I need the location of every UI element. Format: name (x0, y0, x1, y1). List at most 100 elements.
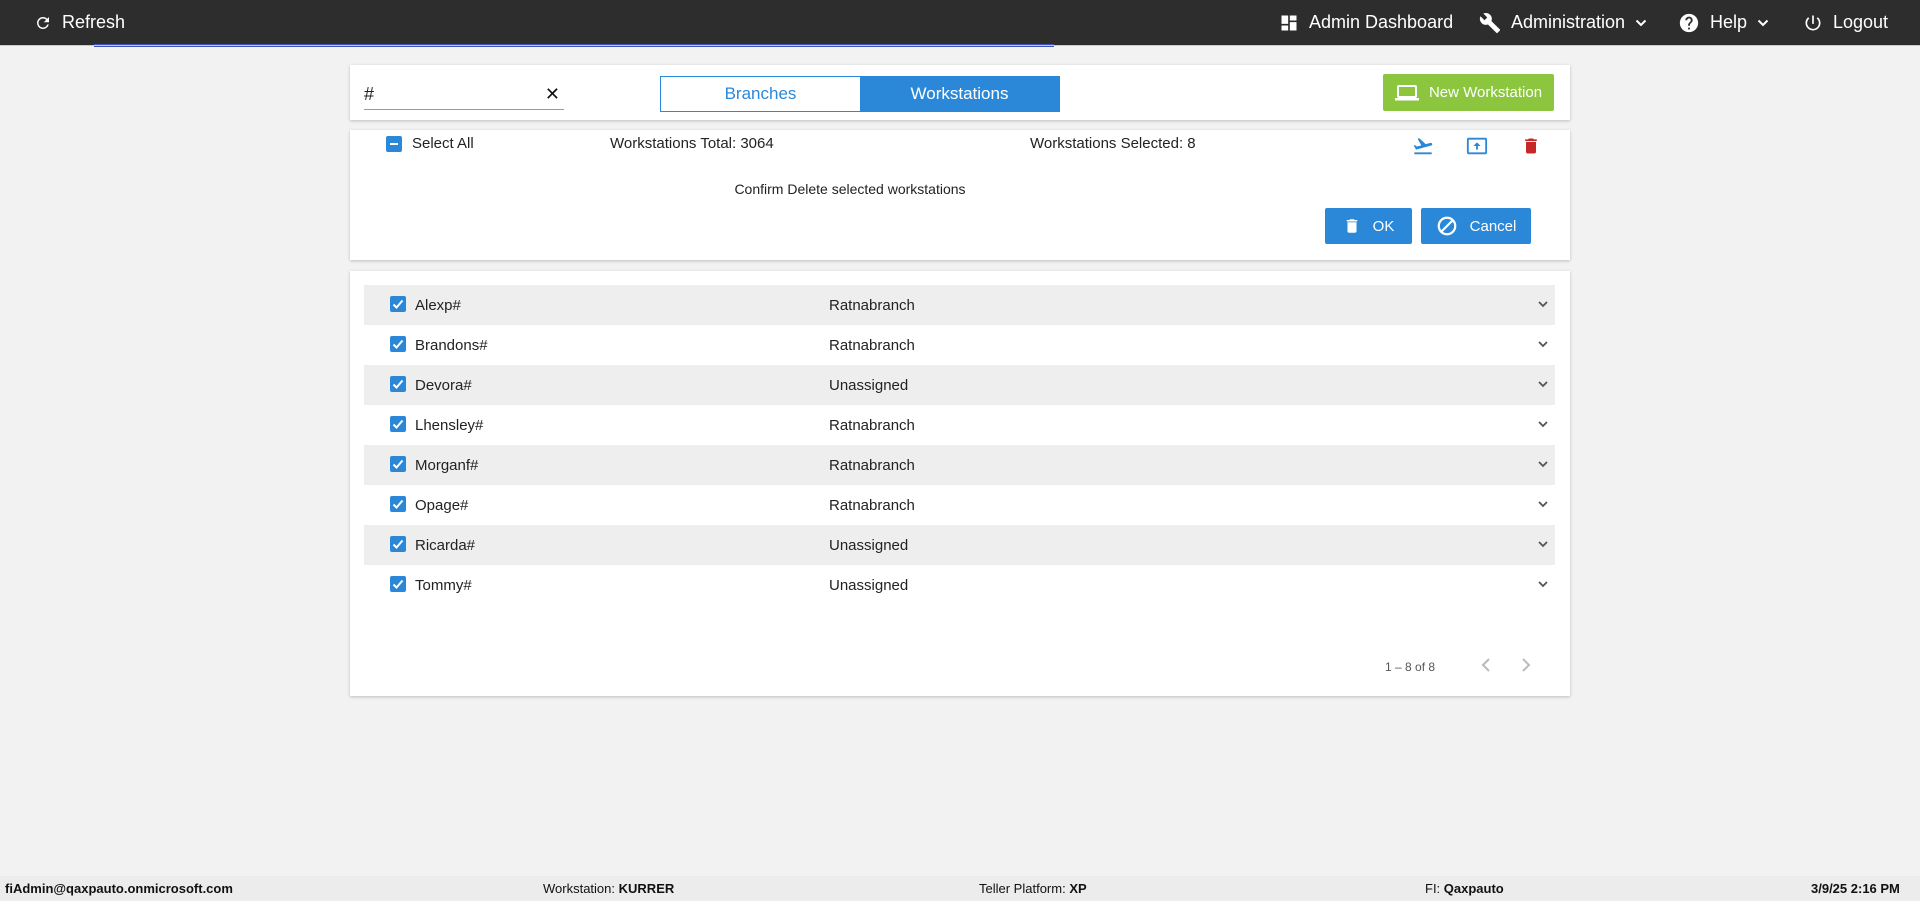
select-all-label: Select All (412, 135, 474, 152)
administration-menu[interactable]: Administration (1479, 0, 1647, 45)
expand-row-button[interactable] (1537, 297, 1549, 314)
flight-takeoff-icon (1413, 138, 1433, 155)
admin-dashboard-link[interactable]: Admin Dashboard (1279, 0, 1453, 45)
admin-dashboard-label: Admin Dashboard (1309, 12, 1454, 32)
new-workstation-label: New Workstation (1428, 84, 1543, 101)
chevron-down-icon (1538, 501, 1548, 508)
toolbar-card: ✕ Branches Workstations New Workstation (350, 65, 1570, 120)
cancel-button[interactable]: Cancel (1421, 208, 1531, 244)
row-checkbox[interactable] (390, 496, 406, 512)
laptop-icon (1394, 84, 1419, 100)
expand-row-button[interactable] (1537, 537, 1549, 554)
workstation-row[interactable]: Opage# Ratnabranch (364, 485, 1555, 525)
administration-label: Administration (1511, 12, 1626, 32)
workstation-branch: Unassigned (829, 376, 909, 394)
footer-workstation-value: KURRER (618, 881, 675, 896)
refresh-label: Refresh (62, 12, 126, 32)
expand-row-button[interactable] (1537, 457, 1549, 474)
status-footer: fiAdmin@qaxpauto.onmicrosoft.com Worksta… (0, 876, 1920, 901)
chevron-down-icon (1538, 381, 1548, 388)
checkmark-icon (392, 419, 404, 429)
workstation-branch: Ratnabranch (829, 456, 915, 474)
help-label: Help (1710, 12, 1748, 32)
workstation-row[interactable]: Lhensley# Ratnabranch (364, 405, 1555, 445)
workstation-name: Morganf# (415, 456, 479, 474)
expand-row-button[interactable] (1537, 417, 1549, 434)
workstation-row[interactable]: Devora# Unassigned (364, 365, 1555, 405)
pagination-range: 1 – 8 of 8 (1385, 660, 1436, 674)
checkmark-icon (392, 539, 404, 549)
refresh-button[interactable]: Refresh (34, 0, 125, 45)
confirm-delete-message: Confirm Delete selected workstations (734, 181, 966, 197)
chevron-down-icon (1538, 421, 1548, 428)
search-input[interactable] (364, 80, 534, 108)
expand-row-button[interactable] (1537, 577, 1549, 594)
ok-label: OK (1372, 217, 1395, 235)
row-checkbox[interactable] (390, 336, 406, 352)
new-workstation-button[interactable]: New Workstation (1383, 74, 1554, 111)
workstation-name: Opage# (415, 496, 469, 514)
chevron-down-icon (1635, 19, 1647, 26)
workstation-name: Brandons# (415, 336, 488, 354)
row-checkbox[interactable] (390, 456, 406, 472)
workstation-list-card: Alexp# Ratnabranch Brandons# Ratnabranch Dev… (350, 271, 1570, 696)
workstation-branch: Unassigned (829, 536, 909, 554)
workstation-branch: Ratnabranch (829, 336, 915, 354)
footer-platform-label: Teller Platform: (979, 881, 1066, 896)
workstation-name: Tommy# (415, 576, 472, 594)
move-workstations-button[interactable] (1411, 134, 1435, 158)
checkmark-icon (392, 459, 404, 469)
trash-icon (1525, 138, 1537, 154)
expand-row-button[interactable] (1537, 337, 1549, 354)
row-checkbox[interactable] (390, 416, 406, 432)
checkmark-icon (392, 379, 404, 389)
logout-label: Logout (1833, 12, 1889, 32)
expand-row-button[interactable] (1537, 377, 1549, 394)
workstations-selected: Workstations Selected: 8 (1030, 135, 1196, 152)
tab-branches[interactable]: Branches (661, 77, 860, 111)
export-workstations-button[interactable] (1465, 134, 1489, 158)
expand-row-button[interactable] (1537, 497, 1549, 514)
workstation-name: Ricarda# (415, 536, 476, 554)
view-toggle: Branches Workstations (660, 76, 1060, 112)
footer-user: fiAdmin@qaxpauto.onmicrosoft.com (5, 881, 233, 896)
dashboard-icon (1281, 15, 1297, 30)
footer-datetime: 3/9/25 2:16 PM (1811, 881, 1900, 896)
clear-search-icon[interactable]: ✕ (545, 84, 560, 105)
workstation-row[interactable]: Morganf# Ratnabranch (364, 445, 1555, 485)
chevron-down-icon (1538, 541, 1548, 548)
workstation-row[interactable]: Tommy# Unassigned (364, 565, 1555, 605)
upload-box-icon (1466, 137, 1488, 155)
workstation-row[interactable]: Brandons# Ratnabranch (364, 325, 1555, 365)
trash-icon (1346, 219, 1357, 233)
workstation-row[interactable]: Alexp# Ratnabranch (364, 285, 1555, 325)
power-icon (1805, 15, 1821, 30)
checkmark-icon (392, 299, 404, 309)
ok-button[interactable]: OK (1325, 208, 1412, 244)
row-checkbox[interactable] (390, 376, 406, 392)
chevron-down-icon (1538, 581, 1548, 588)
row-checkbox[interactable] (390, 576, 406, 592)
previous-page-button[interactable] (1474, 653, 1498, 677)
select-all-checkbox[interactable]: Select All (386, 135, 474, 152)
block-icon (1437, 216, 1456, 236)
delete-workstations-button[interactable] (1519, 134, 1543, 158)
topbar-divider (0, 45, 1920, 46)
chevron-down-icon (1757, 19, 1769, 26)
logout-button[interactable]: Logout (1803, 0, 1888, 45)
footer-fi-value: Qaxpauto (1443, 881, 1504, 896)
workstation-name: Devora# (415, 376, 472, 394)
row-checkbox[interactable] (390, 296, 406, 312)
tab-workstations[interactable]: Workstations (860, 77, 1059, 111)
checkmark-icon (392, 339, 404, 349)
checkmark-icon (392, 579, 404, 589)
workstation-row[interactable]: Ricarda# Unassigned (364, 525, 1555, 565)
help-menu[interactable]: Help (1678, 0, 1769, 45)
footer-fi-label: FI: (1425, 881, 1441, 896)
row-checkbox[interactable] (390, 536, 406, 552)
top-navigation-bar: Refresh Admin Dashboard Administration H… (0, 0, 1920, 47)
indeterminate-checkbox-icon (386, 135, 402, 152)
search-field: ✕ (364, 80, 564, 110)
next-page-button[interactable] (1514, 653, 1538, 677)
workstation-name: Alexp# (415, 296, 461, 314)
